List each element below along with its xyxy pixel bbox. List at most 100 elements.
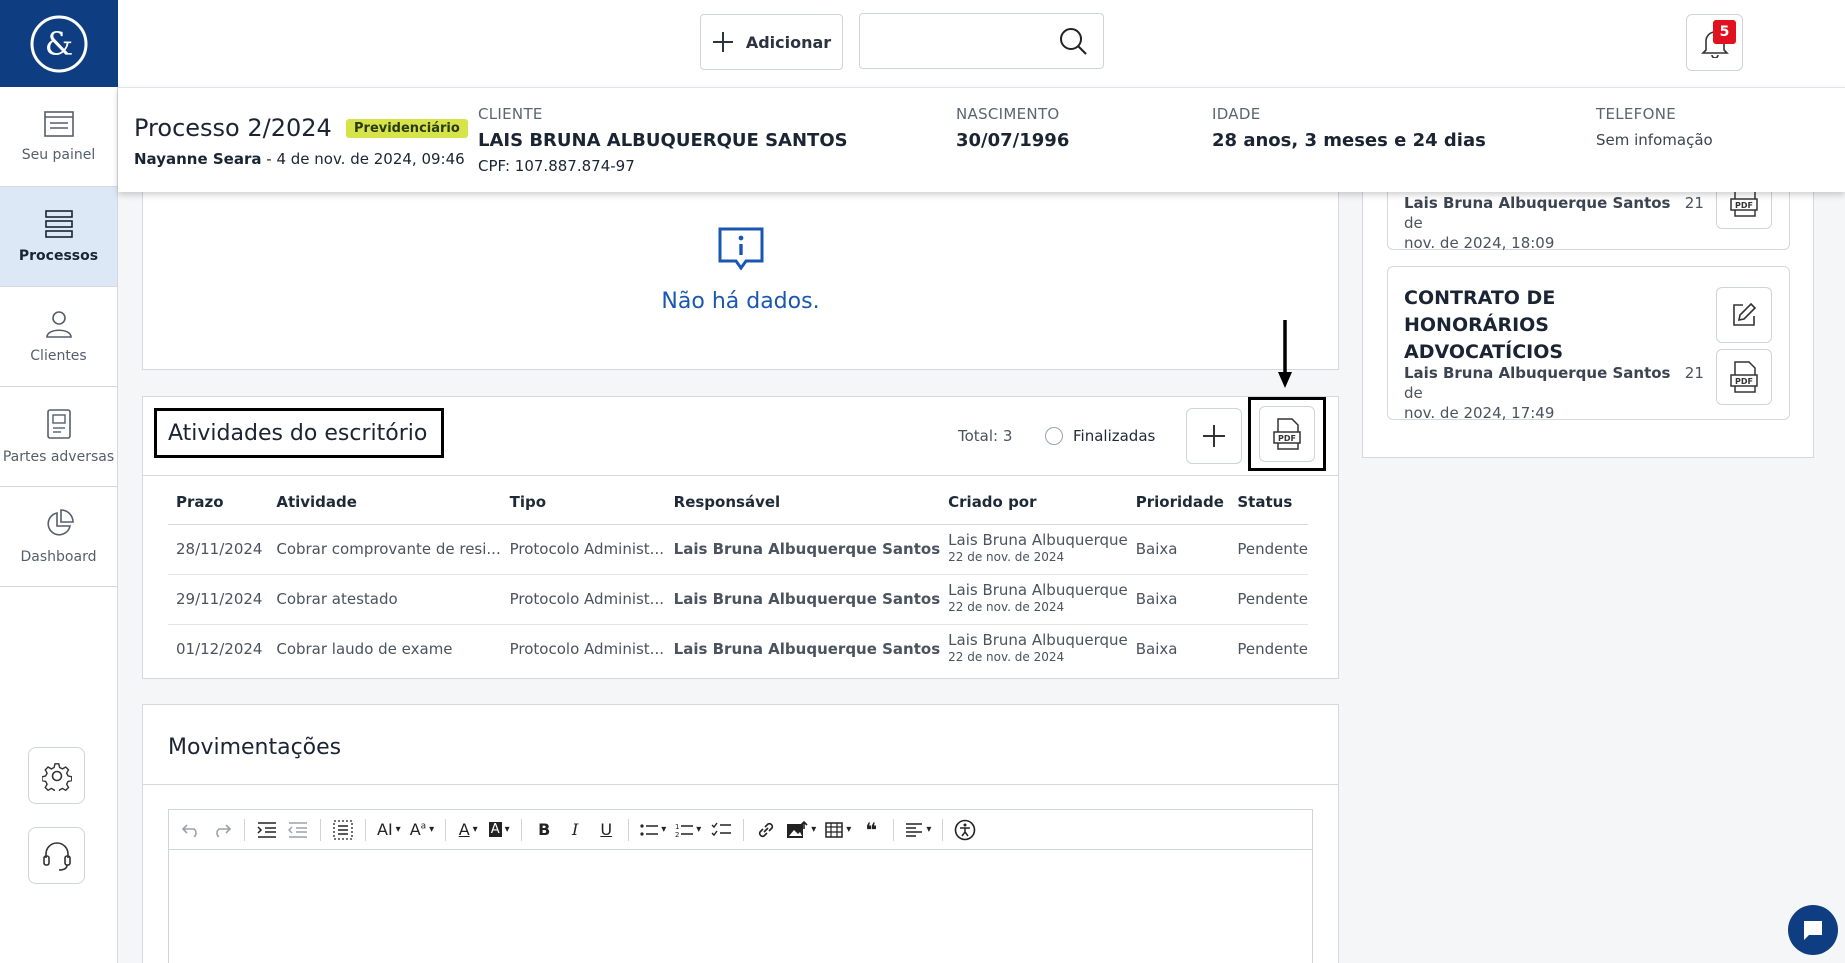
checklist-icon: [711, 822, 732, 836]
insert-image-dropdown[interactable]: ▾: [783, 815, 819, 845]
bulleted-list-icon: [640, 823, 659, 836]
table-row[interactable]: 28/11/2024 Cobrar comprovante de resi...…: [168, 524, 1308, 575]
blockquote-button[interactable]: ❝: [857, 815, 885, 845]
link-button[interactable]: [752, 815, 780, 845]
column-header[interactable]: Prazo: [168, 480, 269, 525]
chevron-down-icon: ▾: [504, 824, 510, 835]
process-subtitle: Nayanne Seara - 4 de nov. de 2024, 09:46: [134, 150, 465, 168]
outdent-icon: [288, 821, 307, 838]
creator-date: 22 de nov. de 2024: [948, 650, 1065, 665]
cell-status: Pendente: [1229, 524, 1308, 575]
underline-button[interactable]: U: [592, 815, 620, 845]
toolbar-separator: [320, 818, 321, 841]
chat-button[interactable]: [1788, 905, 1838, 955]
bold-icon: B: [538, 820, 551, 839]
column-header[interactable]: Status: [1229, 480, 1308, 525]
cell-prazo: 01/12/2024: [176, 640, 263, 659]
numbered-list-dropdown[interactable]: 1 2 ▾: [672, 815, 704, 845]
table-row[interactable]: 01/12/2024 Cobrar laudo de exame Protoco…: [168, 624, 1308, 674]
app-logo[interactable]: &: [0, 0, 118, 87]
insert-table-dropdown[interactable]: ▾: [822, 815, 854, 845]
undo-button[interactable]: [177, 815, 205, 845]
area-badge: Previdenciário: [346, 119, 468, 138]
font-family-dropdown[interactable]: Aa ▾: [407, 815, 438, 845]
chevron-down-icon: ▾: [661, 824, 667, 835]
process-author: Nayanne Seara: [134, 150, 262, 168]
bold-button[interactable]: B: [530, 815, 558, 845]
finished-radio[interactable]: [1045, 427, 1063, 445]
svg-text:PDF: PDF: [1735, 377, 1753, 386]
dashboard-list-icon: [43, 110, 74, 137]
age-info: IDADE 28 anos, 3 meses e 24 dias: [1212, 105, 1486, 151]
cell-prazo: 28/11/2024: [168, 524, 269, 575]
edit-document-button[interactable]: [1716, 287, 1772, 343]
alignment-dropdown[interactable]: ▾: [902, 815, 934, 845]
edit-icon: [1733, 302, 1757, 326]
sidebar-item-label: Clientes: [30, 347, 87, 364]
chevron-down-icon: ▾: [472, 824, 478, 835]
todo-list-button[interactable]: [707, 815, 735, 845]
bulleted-list-dropdown[interactable]: ▾: [637, 815, 669, 845]
sidebar-item-label: Partes adversas: [2, 448, 115, 465]
column-header[interactable]: Responsável: [665, 480, 941, 525]
background-color-icon: A: [488, 822, 502, 837]
movements-card: Movimentações AI ▾ Aa ▾ A ▾ A ▾ B I U ▾ 1 2 ▾: [142, 704, 1339, 963]
font-color-dropdown[interactable]: A ▾: [454, 815, 482, 845]
cell-prioridade: Baixa: [1135, 640, 1178, 659]
pie-chart-icon: [46, 508, 74, 536]
sidebar-item-dashboard[interactable]: Dashboard: [0, 487, 117, 587]
age-value: 28 anos, 3 meses e 24 dias: [1212, 130, 1486, 151]
background-color-dropdown[interactable]: A ▾: [485, 815, 513, 845]
column-header[interactable]: Prioridade: [1127, 480, 1230, 525]
redo-icon: [216, 823, 232, 837]
support-button[interactable]: [28, 827, 85, 884]
sidebar-item-seu-painel[interactable]: Seu painel: [0, 87, 117, 187]
download-pdf-button[interactable]: PDF: [1716, 349, 1772, 405]
accessibility-button[interactable]: [951, 815, 979, 845]
chevron-down-icon: ▾: [926, 824, 932, 835]
finished-label[interactable]: Finalizadas: [1073, 427, 1155, 445]
sidebar-item-label: Seu painel: [21, 146, 96, 163]
document-meta: Lais Bruna Albuquerque Santos 21 de nov.…: [1404, 193, 1714, 253]
column-header[interactable]: Criado por: [940, 480, 1128, 525]
image-icon: [787, 820, 808, 838]
cell-responsavel: Lais Bruna Albuquerque Santos: [665, 574, 941, 625]
toolbar-separator: [244, 818, 245, 841]
add-button[interactable]: Adicionar: [700, 14, 843, 70]
svg-text:PDF: PDF: [1735, 201, 1753, 210]
sidebar-item-clientes[interactable]: Clientes: [0, 287, 117, 387]
column-header[interactable]: Atividade: [268, 480, 502, 525]
sidebar-item-partes-adversas[interactable]: Partes adversas: [0, 387, 117, 487]
select-all-button[interactable]: [329, 815, 357, 845]
indent-button[interactable]: [253, 815, 281, 845]
process-header: Processo 2/2024 Previdenciário Nayanne S…: [118, 87, 1845, 192]
table-row[interactable]: 29/11/2024 Cobrar atestado Protocolo Adm…: [168, 574, 1308, 625]
toolbar-separator: [628, 818, 630, 841]
add-button-label: Adicionar: [745, 32, 832, 52]
search-icon[interactable]: [1059, 27, 1087, 55]
underline-icon: U: [600, 820, 613, 839]
document-meta: Lais Bruna Albuquerque Santos 21 de nov.…: [1404, 363, 1714, 423]
creator-date: 22 de nov. de 2024: [948, 600, 1065, 614]
cell-prioridade: Baixa: [1127, 574, 1230, 625]
cell-criado-por: Lais Bruna Albuquerque 22 de nov. de 2024: [940, 574, 1128, 625]
export-pdf-button[interactable]: PDF: [1259, 406, 1315, 462]
settings-button[interactable]: [28, 747, 85, 804]
annotation-arrow-icon: [1278, 320, 1292, 388]
italic-button[interactable]: I: [561, 815, 589, 845]
text-size-dropdown[interactable]: AI ▾: [374, 815, 404, 845]
search-box: [859, 13, 1104, 69]
add-activity-button[interactable]: [1186, 408, 1242, 464]
accessibility-icon: [955, 819, 976, 840]
undo-icon: [181, 823, 197, 837]
client-cpf: CPF: 107.887.874-97: [478, 157, 635, 175]
outdent-button[interactable]: [284, 815, 312, 845]
pdf-icon: PDF: [1730, 361, 1758, 393]
column-header[interactable]: Tipo: [501, 480, 666, 525]
sidebar-item-processos[interactable]: Processos: [0, 187, 117, 287]
cell-criado-por: Lais Bruna Albuquerque 22 de nov. de 2024: [940, 524, 1128, 575]
redo-button[interactable]: [208, 815, 236, 845]
svg-text:&: &: [45, 25, 73, 63]
search-input[interactable]: [870, 28, 1050, 56]
document-card[interactable]: CONTRATO DE HONORÁRIOS ADVOCATÍCIOS Lais…: [1387, 266, 1790, 423]
